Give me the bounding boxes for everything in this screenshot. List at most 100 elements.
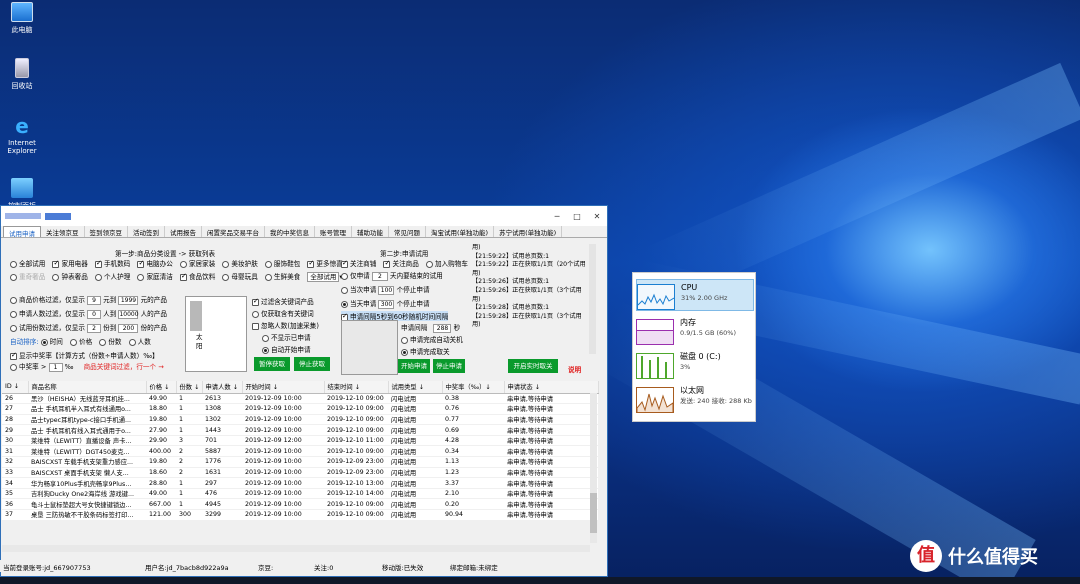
table-row[interactable]: 31 莱维特（LEWITT）DGT450麦克... 400.00 2 5887 2019-…: [2, 445, 598, 458]
stop-apply-button[interactable]: 停止申请: [433, 359, 465, 373]
winrate-toggle[interactable]: 显示中奖率【计算方式（份数÷申请人数）‰】: [10, 350, 159, 360]
column-header[interactable]: ID ↓: [2, 381, 29, 394]
cat-luxury[interactable]: 重奇奢品: [10, 273, 45, 281]
count-max-input[interactable]: 200: [118, 323, 139, 333]
tab-accounts[interactable]: 账号管理: [315, 226, 352, 237]
opt-filter-keyword[interactable]: 过滤含关键词产品: [252, 296, 314, 306]
trial-type-select[interactable]: 全部试用: [307, 272, 340, 282]
auto-unfollow[interactable]: 申请完成取关: [401, 346, 450, 356]
tab-follow-bean[interactable]: 关注领京豆: [41, 226, 85, 237]
people-max-input[interactable]: 10000: [118, 309, 139, 319]
sort-time[interactable]: 时间: [40, 338, 63, 346]
table-row[interactable]: 26 黑沙（HEISHA）无线蓝牙耳机挂... 49.90 1 2613 2019-12-…: [2, 393, 598, 405]
opt-ignore-people[interactable]: 忽略人数(加速采集): [252, 320, 319, 330]
table-row[interactable]: 32 BAISCXST 车载手机支架重力感应... 19.80 2 1776 2019-1…: [2, 456, 598, 468]
cat-food[interactable]: 食品饮料: [179, 272, 215, 281]
tab-trial-apply[interactable]: 试用申请: [3, 226, 41, 238]
opt-only-keyword[interactable]: 仅获取含有关键词: [252, 308, 314, 318]
cat-appliance[interactable]: 家用电器: [52, 259, 88, 268]
close-icon[interactable]: ✕: [587, 212, 607, 221]
tab-idle-trade[interactable]: 闲置奖品交易平台: [202, 226, 265, 237]
tab-activity-signin[interactable]: 活动签到: [128, 226, 165, 237]
table-row[interactable]: 30 莱维特（LEWITT）直播设备 声卡... 29.90 3 701 2019-12-…: [2, 435, 598, 447]
interval-input[interactable]: 288: [433, 323, 452, 333]
cat-watch[interactable]: 钟表奢品: [52, 273, 88, 281]
cat-pc[interactable]: 电脑办公: [137, 259, 173, 268]
pause-fetch-button[interactable]: 暂停获取: [254, 357, 290, 371]
price-min-input[interactable]: 9: [87, 295, 102, 305]
column-header[interactable]: 结束时间 ↓: [324, 381, 389, 394]
opt-auto-start[interactable]: 自动开始申请: [262, 344, 311, 354]
people-min-input[interactable]: 0: [87, 309, 102, 319]
minimize-icon[interactable]: ─: [547, 212, 567, 221]
cat-fresh[interactable]: 生鲜美食: [264, 273, 300, 281]
column-header[interactable]: 申请人数 ↓: [202, 381, 243, 394]
follow-shop[interactable]: 关注商铺: [341, 259, 376, 268]
cat-phone[interactable]: 手机数码: [94, 259, 130, 268]
column-header[interactable]: 中奖率（‰）↓: [442, 381, 505, 394]
people-filter-radio[interactable]: [10, 310, 17, 318]
table-scrollbar[interactable]: [590, 393, 597, 543]
sort-people[interactable]: 人数: [128, 338, 151, 346]
per-run-input[interactable]: 100: [378, 285, 395, 295]
start-apply-button[interactable]: 开始申请: [398, 359, 430, 373]
table-row[interactable]: 35 吉利狗Ducky One2海岸线 游戏键... 49.00 1 476 2019-1…: [2, 488, 598, 500]
desktop-icon-recycle-bin[interactable]: 回收站: [4, 58, 40, 91]
perf-disk[interactable]: 磁盘 0 (C:) 3%: [636, 349, 754, 381]
table-row[interactable]: 29 品士 手机耳机有线入耳式通用于o... 27.90 1 1443 2019-12-0…: [2, 424, 598, 436]
column-header[interactable]: 份数 ↓: [176, 381, 203, 394]
perf-ethernet[interactable]: 以太网 发送: 240 接收: 288 Kb: [636, 383, 754, 415]
winrate-input[interactable]: 1: [48, 362, 63, 372]
keyword-textarea[interactable]: 太阳: [185, 296, 247, 372]
table-row[interactable]: 33 BAISCXST 桌面手机支架 懒人支... 18.60 2 1631 2019-1…: [2, 467, 598, 479]
desktop-icon-computer[interactable]: 此电脑: [4, 2, 40, 35]
table-hscrollbar[interactable]: [2, 545, 590, 552]
cat-apparel[interactable]: 服饰鞋包: [264, 260, 300, 268]
table-row[interactable]: 27 品士 手机耳机半入耳式有线通用o... 18.80 1 1308 2019-12-0…: [2, 403, 598, 415]
tab-suning[interactable]: 苏宁试用(单独功能): [494, 226, 563, 237]
sort-price[interactable]: 价格: [70, 338, 92, 346]
tab-my-prize[interactable]: 我的中奖信息: [265, 226, 315, 237]
column-header[interactable]: 商品名称: [28, 381, 147, 394]
auto-shutdown[interactable]: 申请完成自动关机: [401, 334, 463, 344]
per-day-input[interactable]: 300: [378, 299, 395, 309]
log-scrollbar[interactable]: [589, 244, 596, 354]
cat-beauty[interactable]: 美妆护肤: [222, 260, 258, 268]
table-row[interactable]: 37 桌垦 三防热敏不干胶条码标签打印... 121.00 300 3299 2019-1…: [2, 509, 598, 521]
table-row[interactable]: 36 龟斗士鼠标垫超大号女快捷键锁边... 667.00 1 4945 2019-12-0…: [2, 498, 598, 511]
tab-faq[interactable]: 常见问题: [389, 226, 426, 237]
scroll-thumb[interactable]: [590, 493, 597, 533]
cat-all[interactable]: 全部试用: [10, 260, 45, 268]
cat-baby[interactable]: 母婴玩具: [222, 273, 258, 281]
column-header[interactable]: 试用类型 ↓: [388, 381, 443, 394]
column-header[interactable]: 申请状态 ↓: [504, 381, 599, 394]
tab-signin-bean[interactable]: 签到领京豆: [85, 226, 128, 237]
table-row[interactable]: 34 华为畅享10Plus手机壳畅享9Plus... 28.80 1 297 2019-1…: [2, 477, 598, 489]
column-header[interactable]: 价格 ↓: [146, 381, 177, 394]
tab-taobao[interactable]: 淘宝试用(单独功能): [426, 226, 495, 237]
follow-item[interactable]: 关注商品: [383, 259, 419, 268]
column-header[interactable]: 开始时间 ↓: [242, 381, 325, 394]
price-filter-radio[interactable]: [10, 296, 17, 304]
desktop-icon-ie[interactable]: e Internet Explorer: [4, 116, 40, 155]
count-filter-radio[interactable]: [10, 324, 17, 332]
count-min-input[interactable]: 2: [87, 323, 102, 333]
perf-cpu[interactable]: CPU 31% 2.00 GHz: [636, 279, 754, 311]
cat-more[interactable]: 更多惊喜: [307, 259, 343, 268]
price-max-input[interactable]: 1999: [118, 295, 139, 305]
perf-memory[interactable]: 内存 0.9/1.5 GB (60%): [636, 315, 754, 347]
tab-assist[interactable]: 辅助功能: [352, 226, 389, 237]
cat-clean[interactable]: 家庭清洁: [137, 273, 173, 281]
tab-trial-report[interactable]: 试用报告: [165, 226, 202, 237]
stop-fetch-button[interactable]: 停止获取: [294, 357, 330, 371]
title-bar[interactable]: ─ □ ✕: [1, 206, 607, 226]
table-row[interactable]: 28 品士typec耳机type-c接口手机通... 19.80 1 1302 2019-…: [2, 414, 598, 426]
sort-count[interactable]: 份数: [99, 338, 122, 346]
add-cart[interactable]: 加入购物车: [425, 260, 468, 268]
cat-home[interactable]: 家居家装: [179, 260, 215, 268]
realtime-unfollow-button[interactable]: 开启实时取关: [508, 359, 558, 373]
cat-care[interactable]: 个人护理: [94, 273, 130, 281]
help-link[interactable]: 说明: [568, 364, 581, 374]
days-input[interactable]: 2: [371, 271, 388, 281]
opt-hide-applied[interactable]: 不显示已申请: [262, 332, 311, 342]
